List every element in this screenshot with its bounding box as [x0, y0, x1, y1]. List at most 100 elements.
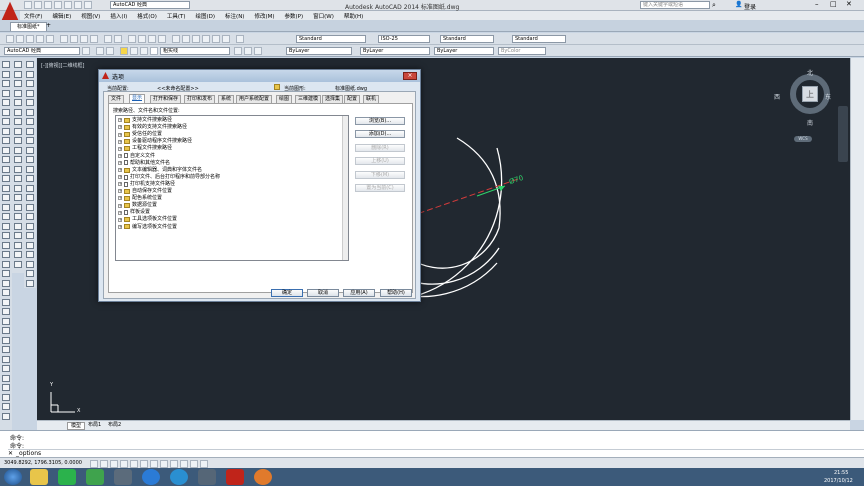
viewcube-face-top[interactable]: 上	[802, 86, 818, 102]
tool-button-icon[interactable]	[2, 374, 10, 382]
tool-button-icon[interactable]	[14, 89, 22, 97]
tool-button-icon[interactable]	[2, 127, 10, 135]
multileader-style-select[interactable]: Standard	[512, 35, 566, 43]
tool-button-icon[interactable]	[26, 156, 34, 163]
taskbar-app9-icon[interactable]	[254, 469, 272, 485]
taskbar-app7-icon[interactable]	[198, 469, 216, 485]
tool-button-icon[interactable]	[26, 184, 34, 192]
search-input[interactable]: 键入关键字或短语	[640, 1, 710, 9]
tool-button-icon[interactable]	[26, 118, 34, 125]
tree-item[interactable]: + 设备驱动程序文件搜索路径	[118, 138, 192, 145]
expand-icon[interactable]: +	[118, 146, 122, 151]
minimize-icon[interactable]: –	[815, 0, 819, 8]
tool-button-icon[interactable]	[2, 80, 10, 87]
move-down-button[interactable]: 下移(M)	[355, 171, 405, 179]
tool-button-icon[interactable]	[2, 298, 10, 306]
command-input[interactable]: ✕ _options	[8, 449, 864, 457]
wcs-menu[interactable]: WCS	[794, 136, 812, 142]
make-current-icon[interactable]	[234, 47, 242, 55]
tb-sheet-set-icon[interactable]	[202, 35, 210, 43]
tb-properties-icon[interactable]	[172, 35, 180, 43]
layer-lock-icon[interactable]	[140, 47, 148, 55]
tool-button-icon[interactable]	[14, 260, 22, 268]
tool-button-icon[interactable]	[14, 61, 22, 68]
dim-style-select[interactable]: ISO-25	[378, 35, 430, 43]
tab-files[interactable]: 文件	[108, 95, 125, 103]
layer-manager-icon[interactable]	[96, 47, 104, 55]
menu-help[interactable]: 帮助(H)	[344, 12, 363, 20]
taskbar-explorer-icon[interactable]	[30, 469, 48, 485]
tool-button-icon[interactable]	[26, 213, 34, 220]
tb-redo-icon[interactable]	[114, 35, 122, 43]
tool-button-icon[interactable]	[14, 127, 22, 135]
tree-item[interactable]: + 样板设置	[118, 209, 150, 216]
snap-icon[interactable]	[90, 460, 98, 468]
tool-button-icon[interactable]	[14, 99, 22, 106]
tool-button-icon[interactable]	[14, 80, 22, 87]
print-icon[interactable]	[64, 1, 72, 9]
layout-tab-model[interactable]: 模型	[67, 422, 86, 430]
workspace-settings-icon[interactable]	[82, 47, 90, 55]
osnap-icon[interactable]	[130, 460, 138, 468]
tool-button-icon[interactable]	[14, 222, 22, 230]
login-link[interactable]: 登录	[744, 2, 756, 11]
tool-button-icon[interactable]	[14, 118, 22, 125]
tool-button-icon[interactable]	[2, 203, 10, 211]
tree-item[interactable]: + 支持文件搜索路径	[118, 117, 172, 124]
tool-button-icon[interactable]	[2, 213, 10, 220]
tb-zoom-icon[interactable]	[138, 35, 146, 43]
new-icon[interactable]	[24, 1, 32, 9]
tool-button-icon[interactable]	[14, 213, 22, 220]
tab-system[interactable]: 系统	[218, 95, 235, 103]
taskbar-app6-icon[interactable]	[170, 469, 188, 485]
document-tab[interactable]: 标准图纸*	[10, 22, 47, 31]
browse-button[interactable]: 浏览(B)...	[355, 117, 405, 125]
search-path-tree[interactable]: + 支持文件搜索路径 + 有效的支持文件搜索路径 + 受信任的位置 + 设备驱动程序文件搜索路…	[115, 115, 349, 261]
tool-button-icon[interactable]	[26, 80, 34, 87]
tool-button-icon[interactable]	[26, 251, 34, 258]
compass-west[interactable]: 西	[774, 92, 780, 101]
menu-window[interactable]: 窗口(W)	[313, 12, 334, 20]
plotstyle-select[interactable]: ByColor	[498, 47, 546, 55]
tb-undo-icon[interactable]	[104, 35, 112, 43]
remove-button[interactable]: 删除(R)	[355, 144, 405, 152]
tree-item[interactable]: + 配色系统位置	[118, 195, 162, 202]
help-button[interactable]: 帮助(H)	[380, 289, 412, 297]
layer-select[interactable]: 粗实线	[160, 47, 230, 55]
tool-button-icon[interactable]	[2, 403, 10, 410]
tool-button-icon[interactable]	[2, 412, 10, 420]
apply-button[interactable]: 应用(A)	[343, 289, 375, 297]
tb-calc-icon[interactable]	[222, 35, 230, 43]
tool-button-icon[interactable]	[26, 108, 34, 116]
taskbar-browser-icon[interactable]	[142, 469, 160, 485]
expand-icon[interactable]: +	[118, 196, 122, 201]
tool-button-icon[interactable]	[2, 308, 10, 315]
tb-markup-icon[interactable]	[212, 35, 220, 43]
tb-tool-palettes-icon[interactable]	[192, 35, 200, 43]
cancel-button[interactable]: 取消	[307, 289, 339, 297]
tree-item[interactable]: + 文本编辑器、词典和字体文件名	[118, 167, 202, 174]
save-icon[interactable]	[44, 1, 52, 9]
tree-item[interactable]: + 打印机支持文件路径	[118, 181, 175, 188]
tool-button-icon[interactable]	[14, 165, 22, 173]
tb-copy-icon[interactable]	[70, 35, 78, 43]
tab-display[interactable]: 显示	[129, 94, 146, 103]
new-tab-icon[interactable]: +	[46, 22, 51, 29]
dyn-icon[interactable]	[160, 460, 168, 468]
expand-icon[interactable]: +	[118, 132, 122, 137]
taskbar-media-icon[interactable]	[114, 469, 132, 485]
tool-button-icon[interactable]	[26, 99, 34, 106]
clock-date[interactable]: 2017/10/12	[824, 478, 853, 484]
tool-button-icon[interactable]	[26, 175, 34, 182]
tool-button-icon[interactable]	[2, 289, 10, 296]
tool-button-icon[interactable]	[2, 317, 10, 325]
open-icon[interactable]	[34, 1, 42, 9]
tab-drafting[interactable]: 绘图	[276, 95, 293, 103]
tool-button-icon[interactable]	[14, 251, 22, 258]
tree-item[interactable]: + 受信任的位置	[118, 131, 162, 138]
tool-button-icon[interactable]	[2, 384, 10, 391]
compass-south[interactable]: 南	[807, 118, 813, 127]
ducs-icon[interactable]	[150, 460, 158, 468]
tool-button-icon[interactable]	[14, 184, 22, 192]
tb-help-icon[interactable]	[236, 35, 244, 43]
